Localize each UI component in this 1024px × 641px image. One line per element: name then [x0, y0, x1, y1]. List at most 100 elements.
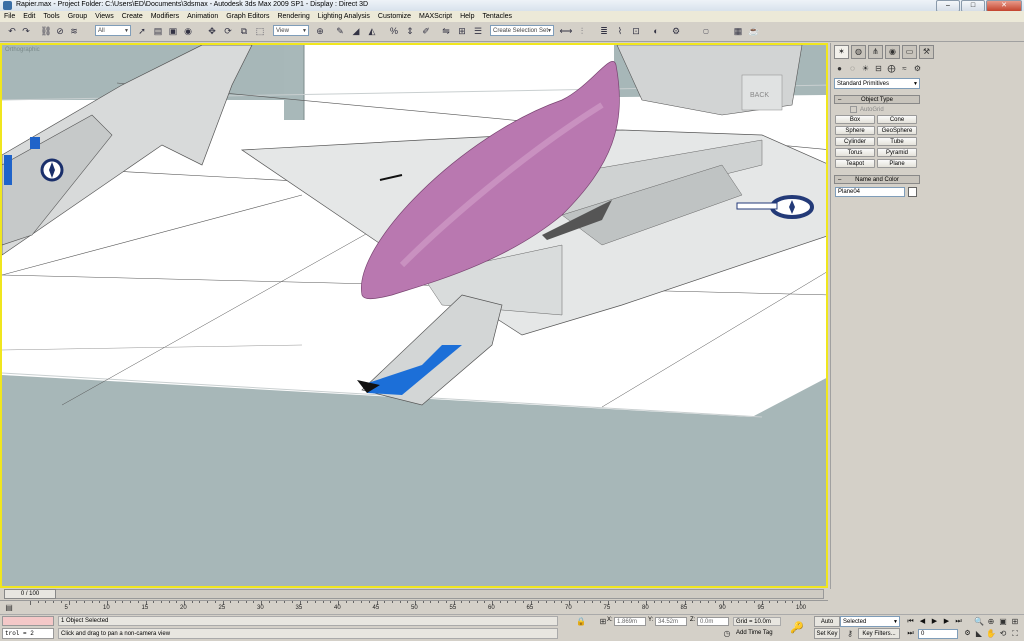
menu-tentacles[interactable]: Tentacles [478, 13, 516, 20]
z-coordinate-field[interactable]: 0.0m [697, 617, 729, 626]
track-bar[interactable]: ▤ 5 10 15 20 25 30 35 40 45 50 55 60 65 70 75 80 85 90 95 1… [0, 600, 828, 615]
selection-lock-icon[interactable]: 🔒 [576, 617, 586, 627]
previous-frame-icon[interactable]: ◀ [917, 617, 928, 627]
select-link-icon[interactable]: ⛓ [40, 25, 52, 37]
systems-icon[interactable]: ⚙ [912, 63, 923, 74]
reference-coordinate-dropdown[interactable]: View [273, 25, 309, 36]
align-tool-icon[interactable]: ⫶ [576, 25, 588, 37]
menu-rendering[interactable]: Rendering [273, 13, 313, 20]
space-warps-icon[interactable]: ≈ [899, 63, 910, 74]
pyramid-button[interactable]: Pyramid [877, 148, 917, 157]
helpers-icon[interactable]: ⨁ [886, 63, 897, 74]
tube-button[interactable]: Tube [877, 137, 917, 146]
angle-snap-icon[interactable]: ◭ [366, 25, 378, 37]
menu-views[interactable]: Views [91, 13, 118, 20]
zoom-extents-all-icon[interactable]: ⊞ [1010, 617, 1020, 627]
play-icon[interactable]: ▶ [929, 617, 940, 627]
menu-customize[interactable]: Customize [374, 13, 415, 20]
schematic-view-icon[interactable]: ⊡ [630, 25, 642, 37]
mirror-icon[interactable]: ⇋ [440, 25, 452, 37]
create-tab-icon[interactable]: ✶ [834, 45, 849, 59]
render-production-icon[interactable]: ☕ [748, 25, 760, 37]
pivot-center-icon[interactable]: ⊕ [314, 25, 326, 37]
key-filter-icon[interactable]: ⚷ [845, 629, 855, 639]
layer-manager-icon[interactable]: ☰ [472, 25, 484, 37]
redo-icon[interactable]: ↷ [20, 25, 32, 37]
render-type-icon[interactable]: ▢ [686, 25, 726, 37]
scale-icon[interactable]: ⧉ [238, 25, 250, 37]
curve-editor-icon[interactable]: ⌇ [614, 25, 626, 37]
object-type-rollout[interactable]: Object Type [834, 95, 920, 104]
snaps-toggle-icon[interactable]: ◢ [350, 25, 362, 37]
menu-graph-editors[interactable]: Graph Editors [222, 13, 273, 20]
autogrid-checkbox[interactable]: AutoGrid [850, 106, 884, 113]
key-mode-dropdown[interactable]: Selected [840, 616, 900, 627]
teapot-button[interactable]: Teapot [835, 159, 875, 168]
menu-maxscript[interactable]: MAXScript [415, 13, 456, 20]
maximize-viewport-icon[interactable]: ⛶ [1010, 629, 1020, 639]
key-mode-toggle-icon[interactable]: ⏭ [905, 629, 916, 639]
menu-modifiers[interactable]: Modifiers [147, 13, 183, 20]
field-of-view-icon[interactable]: ◣ [974, 629, 984, 639]
align-icon[interactable]: ⊞ [456, 25, 468, 37]
utilities-tab-icon[interactable]: ⚒ [919, 45, 934, 59]
plane-button[interactable]: Plane [877, 159, 917, 168]
object-name-field[interactable]: Plane04 [835, 187, 905, 197]
maxscript-listener-white[interactable]: trol = 2 [2, 628, 54, 639]
select-manipulate-icon[interactable]: ⬚ [254, 25, 266, 37]
percent-snap-icon[interactable]: % [388, 25, 400, 37]
menu-tools[interactable]: Tools [39, 13, 63, 20]
menu-lighting-analysis[interactable]: Lighting Analysis [314, 13, 374, 20]
menu-help[interactable]: Help [456, 13, 478, 20]
select-and-link-icon[interactable]: ✎ [334, 25, 346, 37]
maxscript-listener-pink[interactable] [2, 616, 54, 626]
go-to-end-icon[interactable]: ⏭ [953, 617, 964, 627]
current-frame-field[interactable]: 0 [918, 629, 958, 639]
motion-tab-icon[interactable]: ◉ [885, 45, 900, 59]
select-object-icon[interactable]: ➚ [136, 25, 148, 37]
orbit-icon[interactable]: ⟲ [998, 629, 1008, 639]
primitive-category-dropdown[interactable]: Standard Primitives [834, 78, 920, 89]
mini-curve-editor-icon[interactable]: ▤ [4, 603, 14, 613]
cone-button[interactable]: Cone [877, 115, 917, 124]
go-to-start-icon[interactable]: ⏮ [905, 617, 916, 627]
selection-filter-dropdown[interactable]: All [95, 25, 131, 36]
menu-file[interactable]: File [0, 13, 19, 20]
display-tab-icon[interactable]: ▭ [902, 45, 917, 59]
lights-icon[interactable]: ☀ [860, 63, 871, 74]
time-configuration-icon[interactable]: ⚙ [962, 629, 973, 639]
name-and-color-rollout[interactable]: Name and Color [834, 175, 920, 184]
cylinder-button[interactable]: Cylinder [835, 137, 875, 146]
next-frame-icon[interactable]: ▶ [941, 617, 952, 627]
bind-space-warp-icon[interactable]: ≋ [68, 25, 80, 37]
sphere-button[interactable]: Sphere [835, 126, 875, 135]
pan-icon[interactable]: ✋ [986, 629, 996, 639]
key-filters-button[interactable]: Key Filters... [858, 628, 900, 639]
y-coordinate-field[interactable]: 34.52m [655, 617, 687, 626]
material-editor-icon[interactable]: ◐ [650, 25, 662, 37]
mirror-tool-icon[interactable]: ⟷ [560, 25, 573, 37]
zoom-all-icon[interactable]: ⊕ [986, 617, 996, 627]
hierarchy-tab-icon[interactable]: ⋔ [868, 45, 883, 59]
rotate-icon[interactable]: ⟳ [222, 25, 234, 37]
rendered-frame-icon[interactable]: ▦ [732, 25, 744, 37]
cameras-icon[interactable]: ⊟ [873, 63, 884, 74]
viewport-label[interactable]: Orthographic [5, 47, 40, 53]
box-button[interactable]: Box [835, 115, 875, 124]
menu-create[interactable]: Create [118, 13, 147, 20]
window-crossing-icon[interactable]: ◉ [182, 25, 194, 37]
layers-icon[interactable]: ≣ [598, 25, 610, 37]
geosphere-button[interactable]: GeoSphere [877, 126, 917, 135]
unlink-icon[interactable]: ⊘ [54, 25, 66, 37]
named-selection-set-dropdown[interactable]: Create Selection Set [490, 25, 554, 36]
render-setup-icon[interactable]: ⚙ [670, 25, 682, 37]
viewport-orthographic[interactable]: BACK Orthographic [0, 43, 828, 588]
set-keys-key-icon[interactable]: 🔑 [790, 621, 804, 634]
menu-animation[interactable]: Animation [183, 13, 222, 20]
select-by-name-icon[interactable]: ▤ [152, 25, 164, 37]
geometry-icon[interactable]: ● [834, 63, 845, 74]
x-coordinate-field[interactable]: 1.869m [614, 617, 646, 626]
time-slider-thumb[interactable]: 0 / 100 [4, 589, 56, 599]
shapes-icon[interactable]: ◌ [847, 63, 858, 74]
viewport-scene[interactable]: BACK [2, 45, 828, 588]
